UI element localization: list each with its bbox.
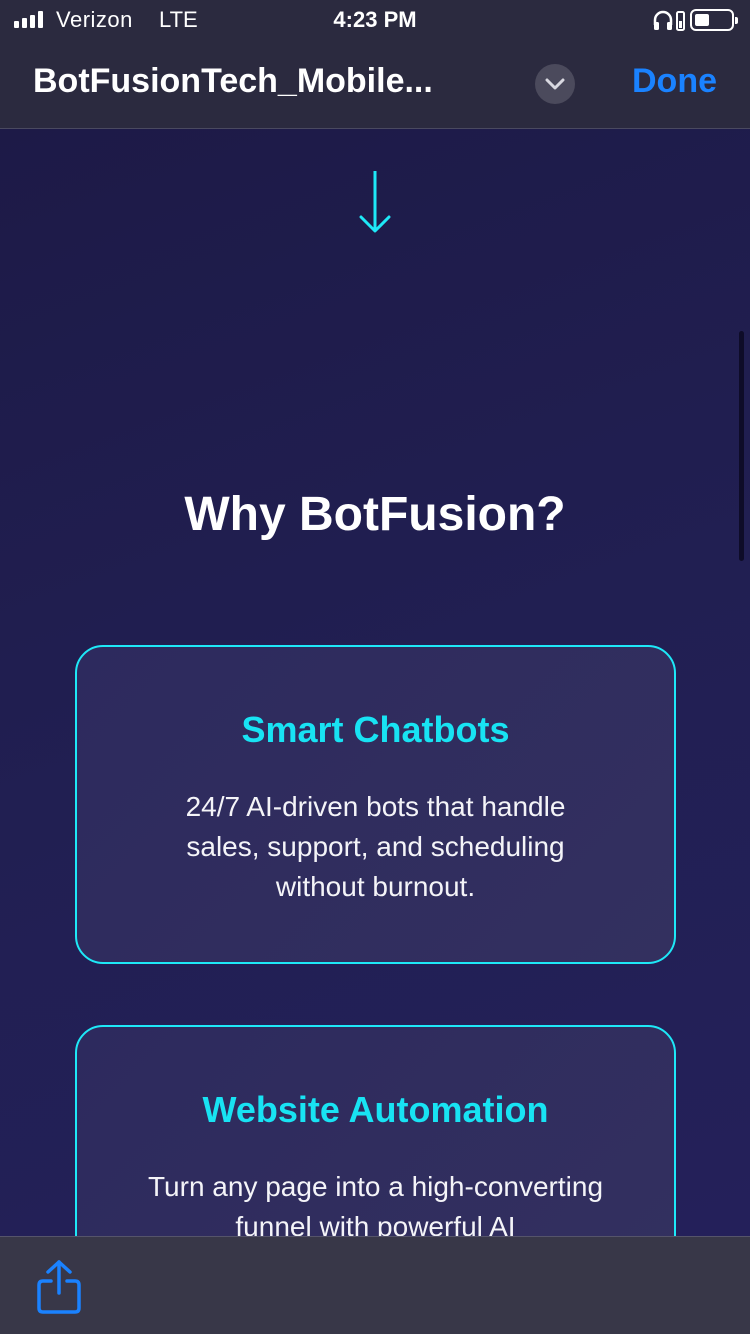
headphones-icon: [653, 10, 685, 31]
document-title: BotFusionTech_Mobile...: [33, 62, 433, 100]
status-bar: Verizon LTE 4:23 PM: [0, 0, 750, 40]
share-icon[interactable]: [36, 1259, 82, 1315]
navigation-bar: BotFusionTech_Mobile... Done: [0, 40, 750, 129]
web-content[interactable]: Why BotFusion? Smart Chatbots 24/7 AI-dr…: [0, 129, 750, 1236]
feature-card: Website Automation Turn any page into a …: [75, 1025, 676, 1236]
chevron-down-icon: [545, 78, 565, 90]
bottom-toolbar: [0, 1236, 750, 1334]
feature-card: Smart Chatbots 24/7 AI-driven bots that …: [75, 645, 676, 964]
down-arrow-icon: [359, 171, 391, 233]
status-time: 4:23 PM: [333, 7, 417, 32]
feature-card-title: Smart Chatbots: [241, 709, 510, 750]
done-button[interactable]: Done: [632, 62, 717, 101]
title-options-button[interactable]: [535, 64, 575, 104]
feature-card-text: 24/7 AI-driven bots that handle sales, s…: [185, 791, 566, 902]
feature-card-text: Turn any page into a high-converting fun…: [147, 1171, 604, 1236]
feature-card-title: Website Automation: [202, 1089, 549, 1130]
section-title: Why BotFusion?: [184, 488, 566, 541]
battery-icon: [690, 9, 738, 31]
